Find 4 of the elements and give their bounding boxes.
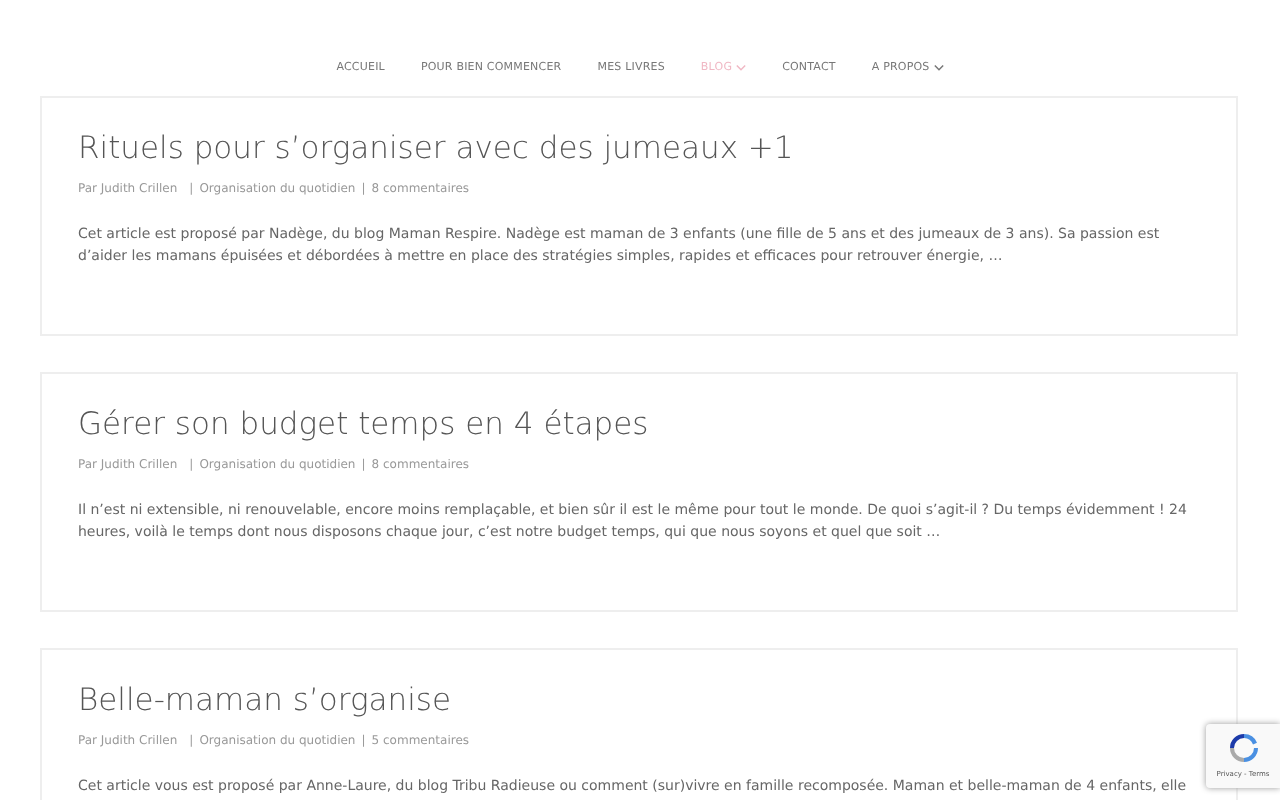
post-title[interactable]: Belle-maman s’organise: [78, 682, 1200, 720]
post-title[interactable]: Rituels pour s’organiser avec des jumeaux +1: [78, 130, 1200, 168]
recaptcha-icon: [1225, 730, 1261, 766]
post-title[interactable]: Gérer son budget temps en 4 étapes: [78, 406, 1200, 444]
